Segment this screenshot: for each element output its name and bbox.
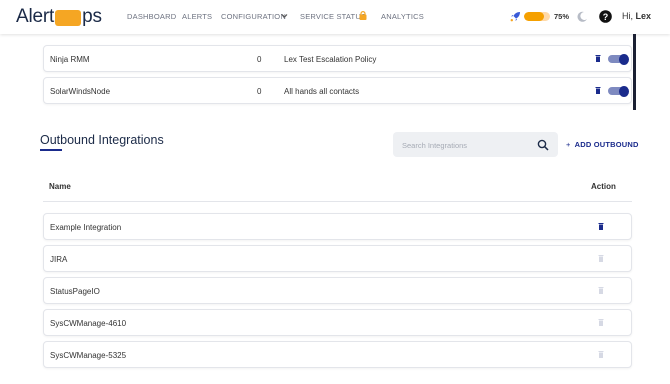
header-divider [43, 201, 632, 202]
outbound-row: SysCWManage-4610 [43, 309, 632, 336]
alertops-logo[interactable]: Alert ps [16, 6, 102, 28]
trash-icon[interactable] [595, 55, 601, 62]
moon-icon[interactable] [577, 11, 588, 22]
logo-o-mark [55, 10, 82, 26]
toggle-knob [619, 53, 629, 65]
inbound-row-name: Ninja RMM [50, 55, 90, 64]
outbound-row-name: StatusPageIO [50, 287, 100, 296]
search-icon[interactable] [537, 139, 549, 151]
inbound-row-policy: All hands all contacts [284, 87, 360, 96]
outbound-row: JIRA [43, 245, 632, 272]
top-navigation-bar: Alert ps DASHBOARD ALERTS CONFIGURATION S… [0, 0, 670, 34]
outbound-row-name: Example Integration [50, 223, 122, 232]
usage-progress-fill [524, 12, 544, 21]
rocket-icon[interactable] [510, 11, 521, 22]
nav-service-status[interactable]: SERVICE STATUS [300, 12, 366, 21]
lock-icon [359, 11, 367, 20]
user-greeting[interactable]: Hi, Lex [622, 11, 651, 21]
enable-toggle[interactable] [608, 85, 629, 97]
toggle-knob [619, 85, 629, 97]
column-header-action: Action [591, 182, 616, 191]
user-name: Lex [635, 11, 652, 21]
add-outbound-label: ADD OUTBOUND [574, 140, 639, 149]
nav-alerts[interactable]: ALERTS [182, 12, 212, 21]
inbound-row: SolarWindsNode 0 All hands all contacts [43, 77, 632, 104]
inbound-row-policy: Lex Test Escalation Policy [284, 55, 377, 64]
inbound-scrollbar[interactable] [633, 34, 636, 110]
outbound-row: Example Integration [43, 213, 632, 240]
greeting-text: Hi, [622, 11, 633, 21]
outbound-section-title: Outbound Integrations [40, 133, 164, 147]
inbound-row-count: 0 [257, 55, 262, 64]
search-integrations-input[interactable]: Search Integrations [393, 132, 558, 157]
logo-text-left: Alert [16, 6, 55, 27]
outbound-row-name: JIRA [50, 255, 68, 264]
usage-progress-bar [524, 12, 550, 21]
chevron-down-icon[interactable] [281, 13, 288, 19]
nav-analytics[interactable]: ANALYTICS [381, 12, 424, 21]
outbound-row-name: SysCWManage-5325 [50, 351, 127, 360]
trash-icon[interactable] [595, 87, 601, 94]
logo-text-right: ps [82, 6, 102, 27]
trash-icon[interactable] [598, 351, 604, 358]
nav-configuration[interactable]: CONFIGURATION [221, 12, 286, 21]
inbound-row-count: 0 [257, 87, 262, 96]
trash-icon[interactable] [598, 319, 604, 326]
usage-percent-label: 75% [554, 12, 570, 21]
add-outbound-button[interactable]: + ADD OUTBOUND [566, 140, 639, 149]
svg-text:?: ? [603, 12, 609, 22]
trash-icon[interactable] [598, 223, 604, 230]
outbound-row: SysCWManage-5325 [43, 341, 632, 368]
search-placeholder: Search Integrations [402, 141, 468, 150]
enable-toggle[interactable] [608, 53, 629, 65]
trash-icon[interactable] [598, 255, 604, 262]
title-underline [40, 149, 62, 151]
help-icon[interactable]: ? [599, 10, 612, 23]
inbound-row: Ninja RMM 0 Lex Test Escalation Policy [43, 45, 632, 72]
column-header-name: Name [49, 182, 71, 191]
trash-icon[interactable] [598, 287, 604, 294]
outbound-row: StatusPageIO [43, 277, 632, 304]
outbound-row-name: SysCWManage-4610 [50, 319, 127, 328]
nav-dashboard[interactable]: DASHBOARD [127, 12, 176, 21]
inbound-row-name: SolarWindsNode [50, 87, 111, 96]
plus-icon: + [566, 140, 571, 149]
